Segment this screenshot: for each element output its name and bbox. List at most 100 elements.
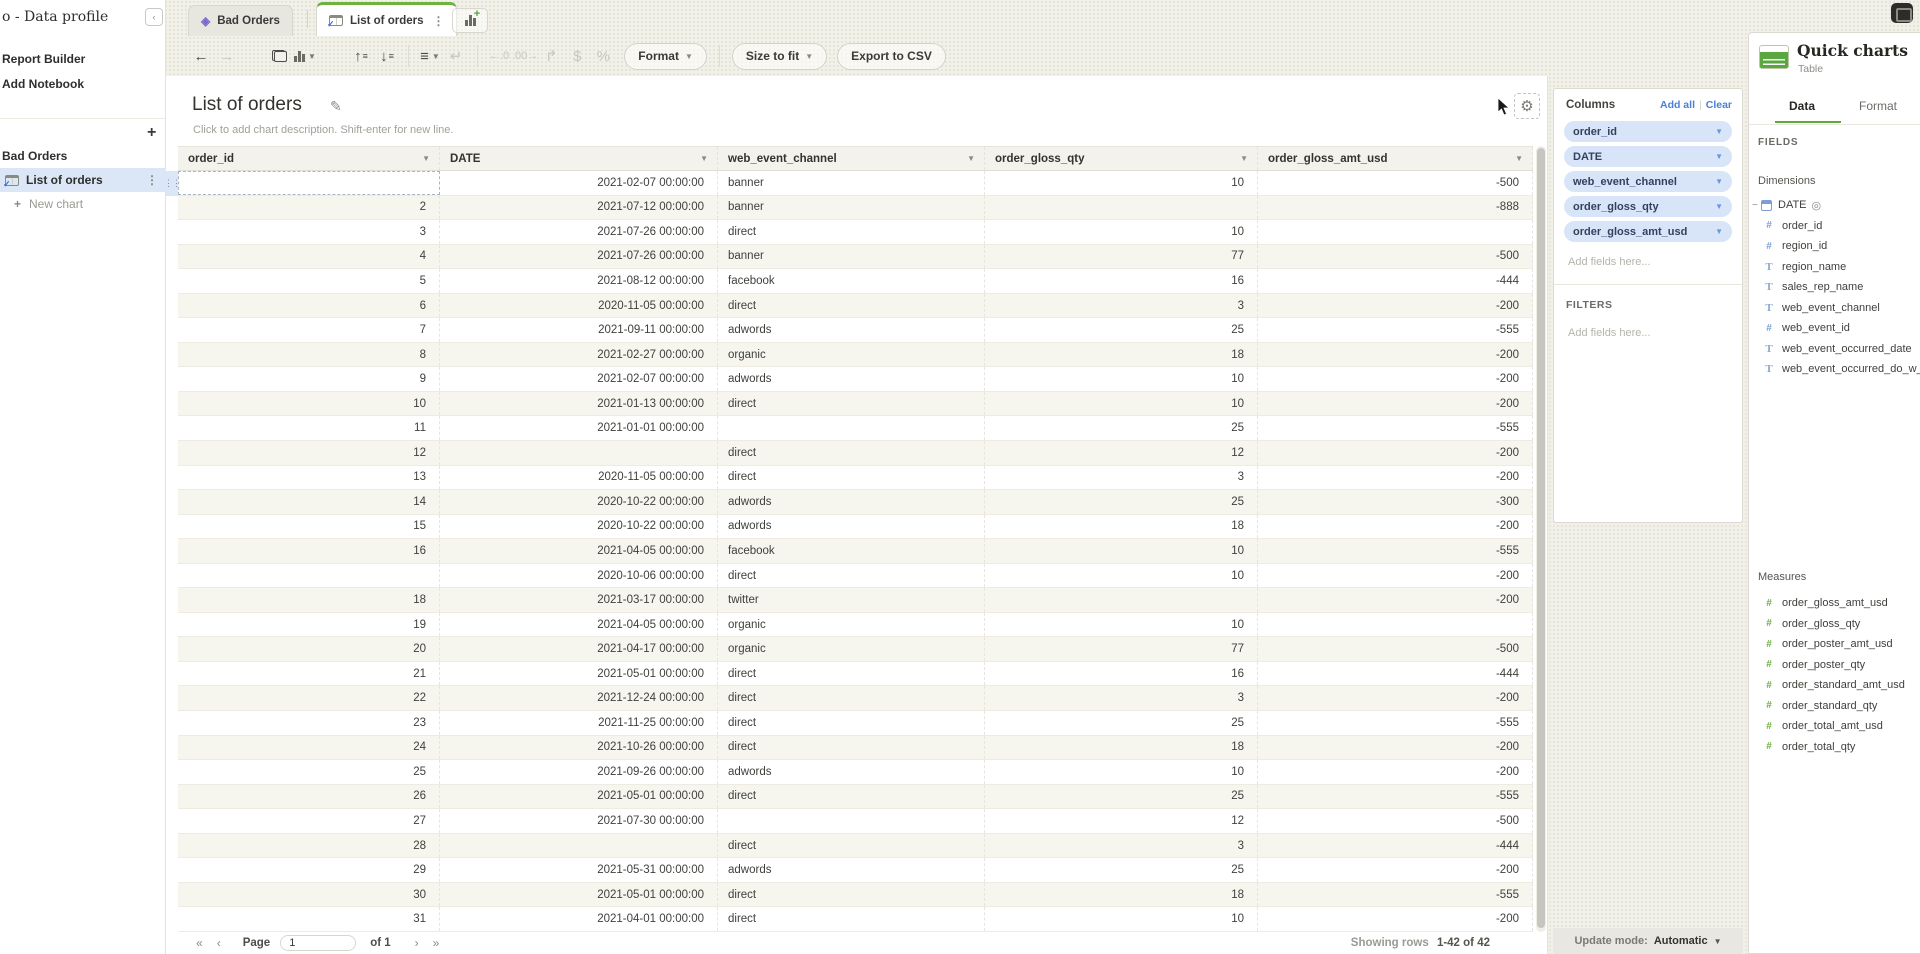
increase-decimals-icon[interactable]: .00→ (512, 43, 538, 69)
dimension-region_id[interactable]: #region_id (1749, 236, 1920, 257)
chart-type-icon[interactable]: ▼ (292, 43, 318, 69)
dimension-web_event_channel[interactable]: Tweb_event_channel (1749, 298, 1920, 319)
measure-order_poster_qty[interactable]: #order_poster_qty (1749, 655, 1920, 676)
table-cell[interactable]: direct (718, 564, 985, 588)
redo-icon[interactable]: → (214, 43, 240, 69)
table-cell[interactable]: 12 (178, 441, 440, 465)
table-cell[interactable]: 2021-09-26 00:00:00 (440, 760, 718, 784)
table-cell[interactable]: 23 (178, 711, 440, 735)
prev-page-icon[interactable]: ‹ (217, 936, 221, 950)
sort-descending-icon[interactable]: ↓≡ (374, 43, 400, 69)
table-cell[interactable]: 14 (178, 490, 440, 514)
table-cell[interactable]: -200 (1258, 736, 1533, 760)
tab-format[interactable]: Format (1859, 99, 1897, 113)
table-cell[interactable]: 3 (985, 466, 1258, 490)
align-icon[interactable]: ≡▼ (417, 43, 443, 69)
table-cell[interactable]: direct (718, 392, 985, 416)
table-cell[interactable]: 10 (985, 392, 1258, 416)
table-cell[interactable]: 2021-05-01 00:00:00 (440, 883, 718, 907)
chevron-down-icon[interactable]: ▼ (1715, 127, 1723, 136)
new-chart-tab-button[interactable]: + (452, 8, 488, 33)
table-cell[interactable]: 10 (985, 564, 1258, 588)
table-cell[interactable]: -555 (1258, 711, 1533, 735)
table-cell[interactable]: adwords (718, 318, 985, 342)
table-cell[interactable]: 6 (178, 294, 440, 318)
table-cell[interactable]: 2021-01-13 00:00:00 (440, 392, 718, 416)
table-cell[interactable]: -500 (1258, 171, 1533, 195)
dimension-sales_rep_name[interactable]: Tsales_rep_name (1749, 277, 1920, 298)
table-cell[interactable] (178, 171, 440, 195)
table-cell[interactable]: 29 (178, 858, 440, 882)
columns-add-fields-placeholder[interactable]: Add fields here... (1554, 242, 1742, 268)
table-cell[interactable]: 10 (985, 220, 1258, 244)
table-cell[interactable]: 11 (178, 416, 440, 440)
table-cell[interactable]: 25 (985, 858, 1258, 882)
table-cell[interactable]: -444 (1258, 834, 1533, 858)
column-pill-DATE[interactable]: DATE▼ (1564, 146, 1732, 167)
table-cell[interactable]: 2021-07-26 00:00:00 (440, 220, 718, 244)
column-pill-order_id[interactable]: order_id▼ (1564, 121, 1732, 142)
table-cell[interactable]: 7 (178, 318, 440, 342)
table-cell[interactable] (1258, 220, 1533, 244)
table-cell[interactable]: 3 (178, 220, 440, 244)
table-cell[interactable]: 2021-12-24 00:00:00 (440, 686, 718, 710)
table-cell[interactable]: 2021-07-12 00:00:00 (440, 196, 718, 220)
dimension-web_event_occurred_date[interactable]: Tweb_event_occurred_date (1749, 339, 1920, 360)
table-cell[interactable]: 25 (985, 318, 1258, 342)
table-cell[interactable]: adwords (718, 858, 985, 882)
table-cell[interactable]: direct (718, 686, 985, 710)
table-cell[interactable]: direct (718, 834, 985, 858)
table-cell[interactable]: 3 (985, 294, 1258, 318)
table-cell[interactable]: direct (718, 883, 985, 907)
format-button[interactable]: Format▼ (624, 43, 707, 70)
page-number-input[interactable] (280, 935, 356, 951)
decrease-decimals-icon[interactable]: ←.0 (486, 43, 512, 69)
table-cell[interactable]: 10 (178, 392, 440, 416)
table-cell[interactable] (985, 196, 1258, 220)
wrap-text-icon[interactable]: ↵ (443, 43, 469, 69)
table-cell[interactable]: 15 (178, 515, 440, 539)
dimension-DATE[interactable]: −DATE◎ (1749, 195, 1920, 216)
table-cell[interactable]: 2021-05-01 00:00:00 (440, 785, 718, 809)
table-cell[interactable]: -200 (1258, 686, 1533, 710)
table-cell[interactable]: -200 (1258, 367, 1533, 391)
table-cell[interactable]: -200 (1258, 343, 1533, 367)
sort-caret-icon[interactable]: ▼ (700, 154, 708, 163)
table-cell[interactable]: 5 (178, 269, 440, 293)
table-cell[interactable]: 26 (178, 785, 440, 809)
table-cell[interactable]: -200 (1258, 466, 1533, 490)
table-cell[interactable]: 3 (985, 834, 1258, 858)
chevron-down-icon[interactable]: ▼ (1715, 202, 1723, 211)
table-cell[interactable]: adwords (718, 515, 985, 539)
table-cell[interactable]: 77 (985, 245, 1258, 269)
measure-order_total_amt_usd[interactable]: #order_total_amt_usd (1749, 716, 1920, 737)
table-cell[interactable]: 2020-10-22 00:00:00 (440, 490, 718, 514)
column-header-order_id[interactable]: order_id▼ (178, 147, 440, 170)
table-cell[interactable]: organic (718, 637, 985, 661)
table-cell[interactable]: 2021-04-17 00:00:00 (440, 637, 718, 661)
table-cell[interactable]: 2021-02-07 00:00:00 (440, 367, 718, 391)
table-cell[interactable]: 25 (985, 416, 1258, 440)
table-cell[interactable]: -500 (1258, 245, 1533, 269)
table-cell[interactable]: -200 (1258, 392, 1533, 416)
table-cell[interactable]: facebook (718, 269, 985, 293)
sort-caret-icon[interactable]: ▼ (422, 154, 430, 163)
collapse-icon[interactable]: − (1752, 200, 1760, 211)
table-cell[interactable]: 13 (178, 466, 440, 490)
update-mode-value[interactable]: Automatic (1654, 935, 1708, 947)
table-cell[interactable]: 16 (985, 269, 1258, 293)
tab-menu-icon[interactable]: ⋮ (432, 14, 444, 28)
table-cell[interactable]: 30 (178, 883, 440, 907)
duplicate-chart-icon[interactable] (266, 43, 292, 69)
tab-bad-orders[interactable]: ◈ Bad Orders (188, 5, 293, 36)
scrollbar-thumb[interactable] (1537, 148, 1545, 928)
measure-order_gloss_amt_usd[interactable]: #order_gloss_amt_usd (1749, 593, 1920, 614)
table-cell[interactable]: direct (718, 662, 985, 686)
table-cell[interactable]: -200 (1258, 760, 1533, 784)
table-cell[interactable]: 2021-07-26 00:00:00 (440, 245, 718, 269)
column-header-web_event_channel[interactable]: web_event_channel▼ (718, 147, 985, 170)
measure-order_standard_qty[interactable]: #order_standard_qty (1749, 696, 1920, 717)
table-cell[interactable] (718, 416, 985, 440)
table-cell[interactable]: -444 (1258, 662, 1533, 686)
table-cell[interactable]: -555 (1258, 883, 1533, 907)
